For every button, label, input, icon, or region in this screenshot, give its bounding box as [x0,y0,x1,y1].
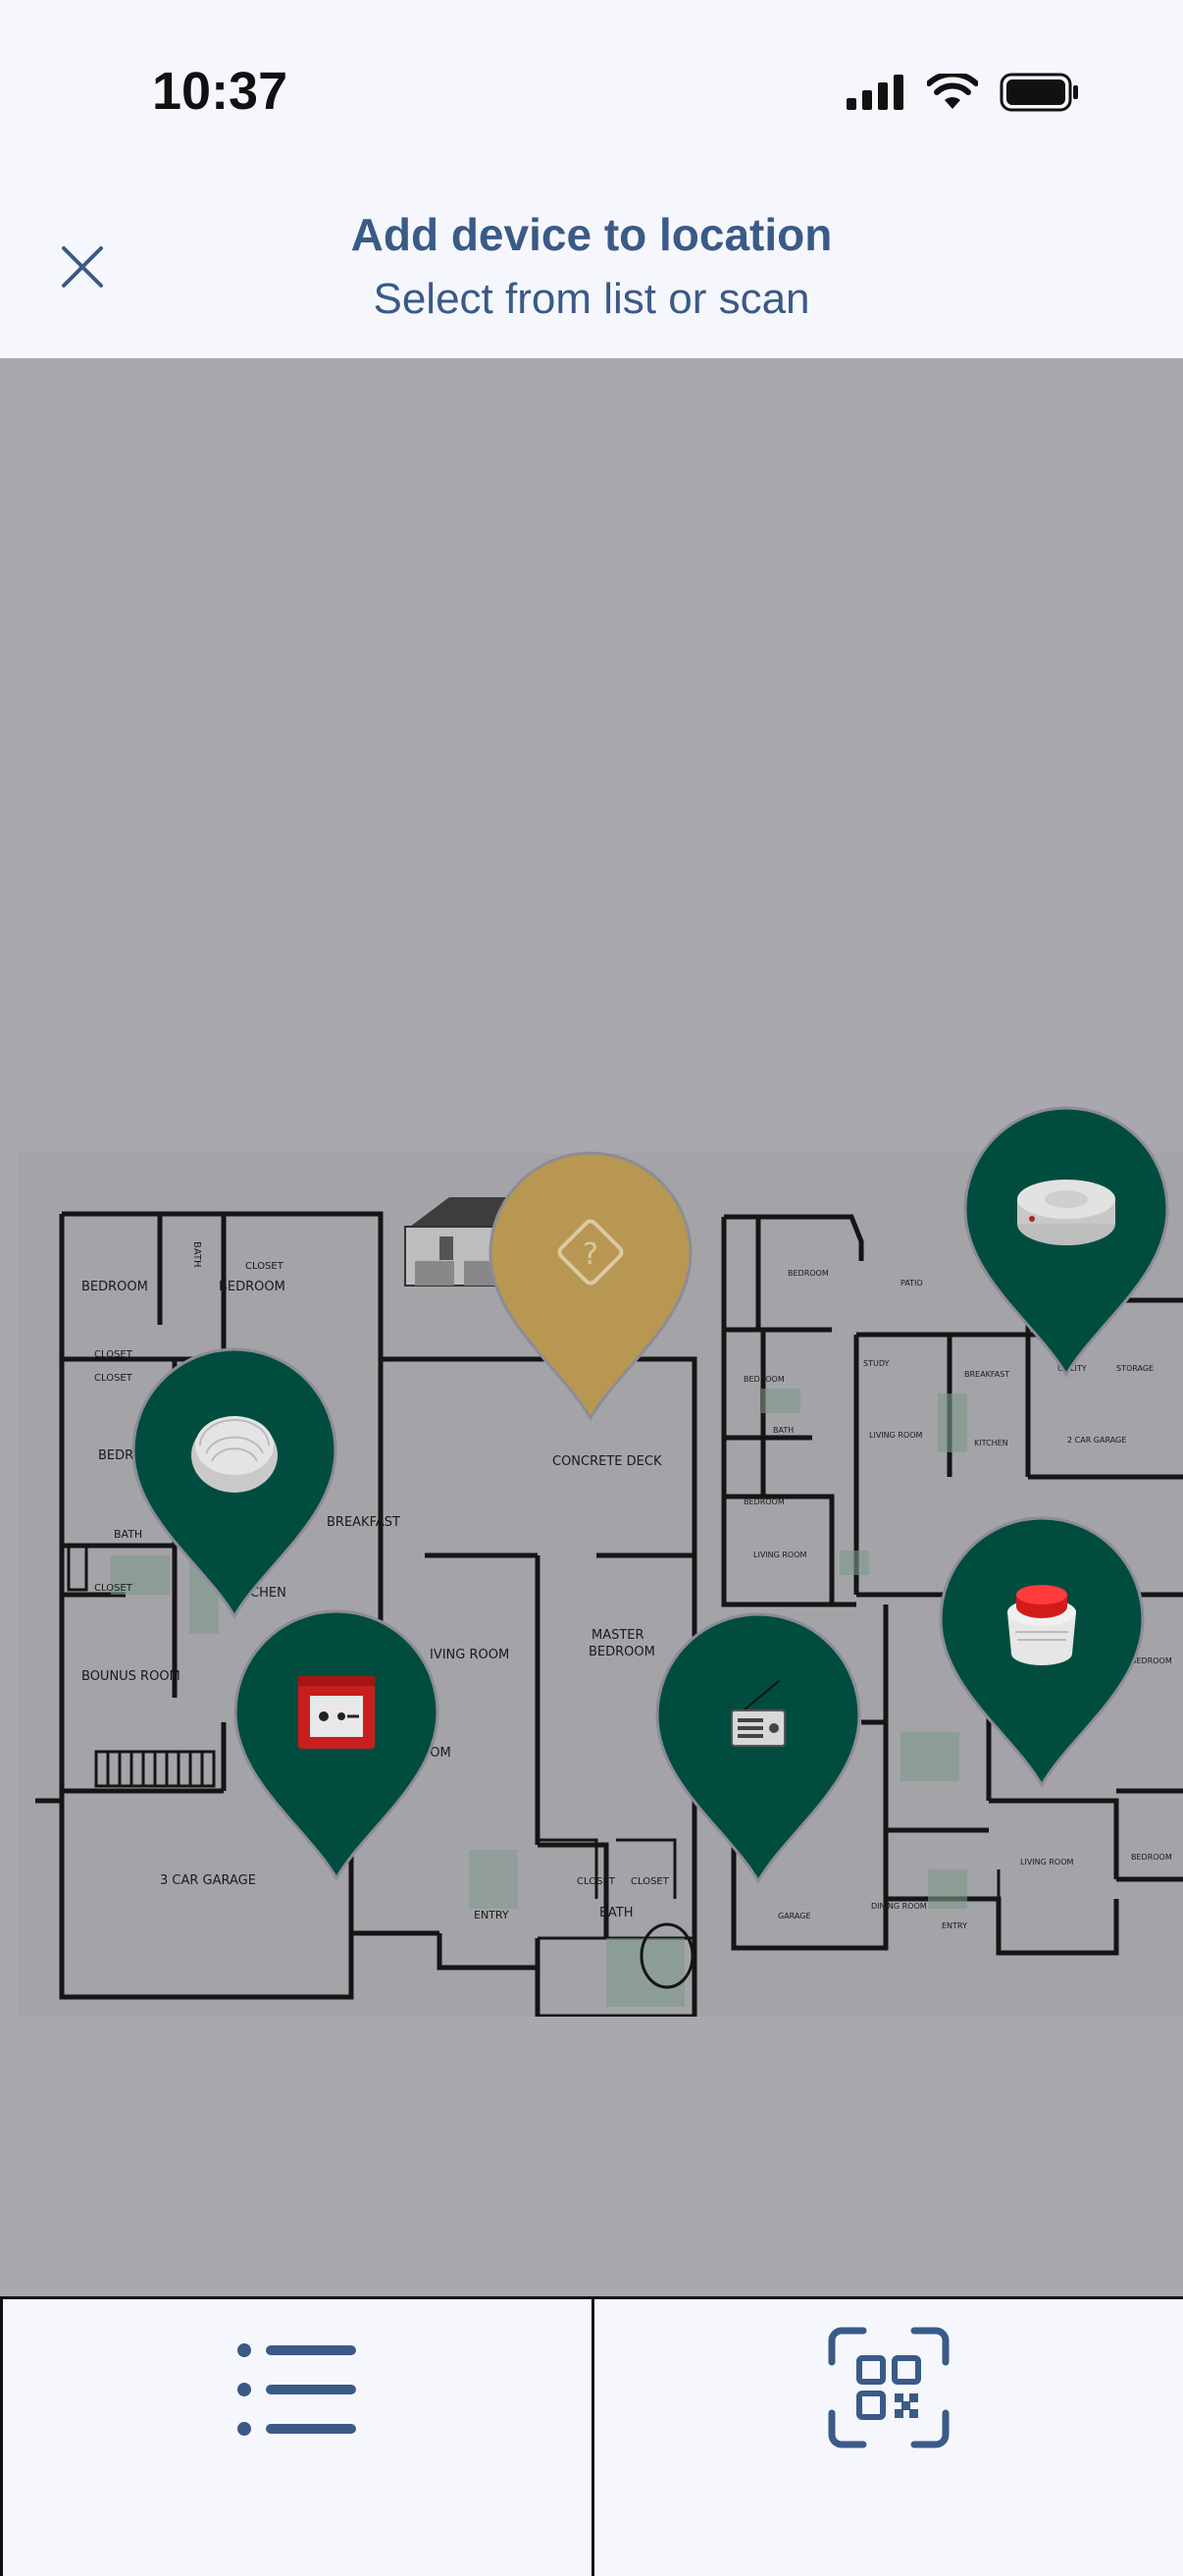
sounder-beacon-icon [1007,1585,1076,1665]
list-icon [237,2343,356,2436]
room-label: BEDR [98,1448,133,1463]
room-label: CLOSET [245,1261,284,1272]
room-label: MASTER [592,1628,644,1643]
page-title: Add device to location [350,209,833,260]
room-label: CLOSET [94,1373,133,1384]
room-label: CLOSET [94,1583,133,1594]
room-label: BATH [599,1906,634,1920]
room-label: GARAGE [778,1912,811,1920]
room-label: CLOSET [94,1349,133,1360]
smoke-detector-pin[interactable] [129,1347,339,1620]
status-icons [847,73,1080,112]
status-bar: 10:37 [0,0,1183,186]
radio-device-pin[interactable] [653,1612,863,1885]
room-label: ENTRY [942,1921,967,1930]
room-label: BEDROOM [744,1375,785,1384]
room-label: BEDROOM [1131,1853,1172,1862]
room-label: LIVING ROOM [869,1431,923,1440]
room-label: BEDROOM [81,1280,148,1294]
room-label: BOUNUS ROOM [81,1669,180,1684]
room-label: DINING ROOM [871,1902,927,1911]
smoke-detector-pin[interactable] [961,1106,1171,1379]
sounder-pin[interactable] [937,1516,1147,1789]
unknown-device-pin[interactable]: ? [487,1151,694,1422]
room-label: CLOSET [577,1876,616,1887]
manual-call-point-icon [298,1676,375,1749]
header: Add device to location Select from list … [0,186,1183,358]
room-label: LIVING ROOM [753,1551,807,1559]
wifi-icon [927,74,978,109]
qr-scan-icon [828,2327,950,2448]
room-label: CONCRETE DECK [552,1454,662,1469]
smoke-detector-icon [1017,1180,1115,1245]
room-label: BEDROOM [589,1645,655,1659]
smoke-detector-icon [191,1416,278,1493]
room-label: PATIO [900,1279,923,1288]
map-view[interactable]: BEDROOM BEDROOM CLOSET CLOSET CLOSET BED… [0,358,1183,2296]
bottom-action-bar [0,2296,1183,2576]
signal-icon [847,75,903,110]
room-label: BATH [191,1241,202,1268]
room-label: STUDY [863,1359,890,1368]
room-label: 2 CAR GARAGE [1067,1436,1126,1445]
room-label: LIVING ROOM [1020,1858,1074,1866]
select-from-list-button[interactable] [3,2299,592,2576]
scan-qr-button[interactable] [594,2299,1183,2576]
page-subtitle: Select from list or scan [373,275,810,323]
room-label: BEDROOM [219,1280,285,1294]
room-label: IVING ROOM [430,1648,509,1662]
room-label: BATH [773,1426,794,1435]
room-label: ENTRY [474,1909,509,1921]
room-label: BEDROOM [788,1269,829,1278]
call-point-pin[interactable] [231,1609,441,1882]
svg-text:?: ? [583,1237,598,1272]
room-label: KITCHEN [974,1439,1008,1447]
status-time: 10:37 [152,62,288,121]
battery-icon [1000,73,1078,112]
room-label: BEDROOM [744,1498,785,1506]
